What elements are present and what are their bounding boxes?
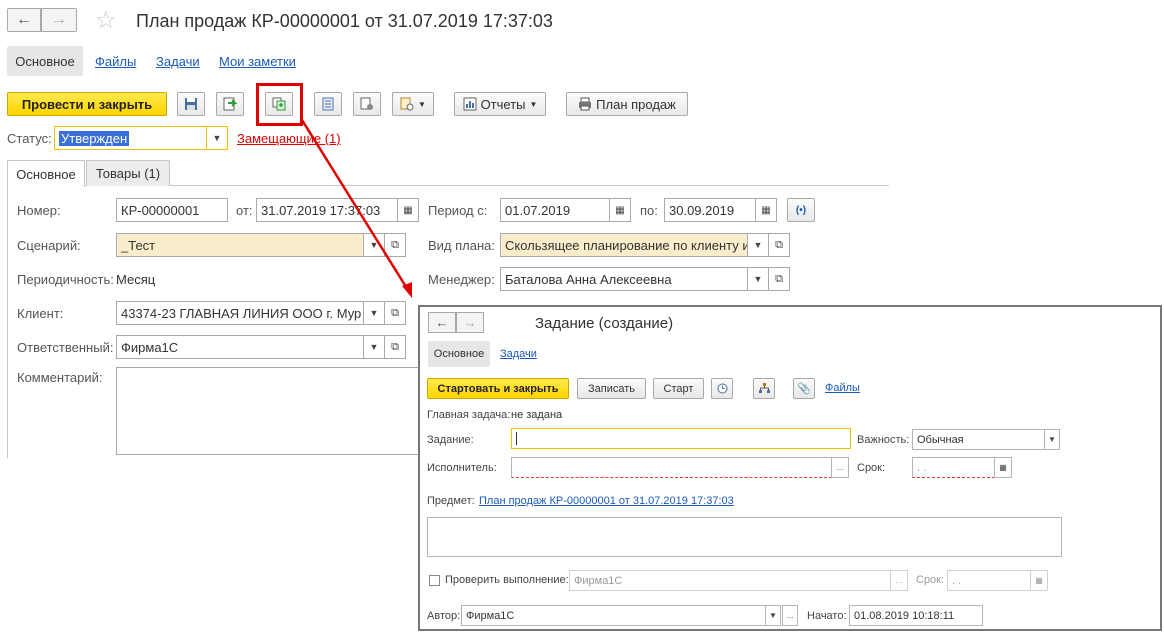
task-input[interactable] (511, 428, 851, 449)
task-dialog: ← → Задание (создание) Основное Задачи С… (418, 305, 1162, 631)
deadline-input[interactable]: . . (912, 457, 995, 478)
main-task-value: не задана (511, 409, 563, 421)
deferred-start-button[interactable] (711, 378, 733, 399)
author-dropdown-button[interactable]: ▼ (765, 605, 781, 626)
dialog-tab-tasks[interactable]: Задачи (500, 348, 537, 360)
check-execution-label: Проверить выполнение: (445, 574, 569, 586)
check-executor-field[interactable]: Фирма1С (569, 570, 891, 591)
dialog-tab-main[interactable]: Основное (428, 341, 490, 367)
deadline-label: Срок: (857, 462, 886, 474)
attach-file-button[interactable]: 📎 (793, 378, 815, 399)
executor-input[interactable] (511, 457, 832, 478)
dialog-save-button[interactable]: Записать (577, 378, 646, 399)
check-execution-checkbox[interactable] (429, 575, 440, 586)
dialog-back-button[interactable]: ← (428, 312, 456, 333)
check-deadline-field[interactable]: . . (947, 570, 1031, 591)
check-deadline-label: Срок: (916, 574, 945, 586)
author-label: Автор: (427, 610, 461, 622)
process-structure-button[interactable] (753, 378, 775, 399)
check-executor-choose-button[interactable]: ... (890, 570, 908, 591)
subject-link[interactable]: План продаж КР-00000001 от 31.07.2019 17… (479, 495, 734, 507)
start-and-close-button[interactable]: Стартовать и закрыть (427, 378, 569, 399)
task-label: Задание: (427, 434, 474, 446)
check-deadline-calendar-button[interactable]: ▦ (1030, 570, 1048, 591)
author-choose-button[interactable]: ... (782, 605, 798, 626)
author-field[interactable]: Фирма1С (461, 605, 766, 626)
main-task-label: Главная задача: (427, 409, 511, 421)
importance-field[interactable]: Обычная (912, 429, 1045, 450)
dialog-forward-button[interactable]: → (456, 312, 484, 333)
clock-icon (717, 383, 727, 394)
importance-label: Важность: (857, 434, 910, 446)
subject-label: Предмет: (427, 495, 475, 507)
importance-dropdown-button[interactable]: ▼ (1044, 429, 1060, 450)
text-caret (516, 432, 517, 445)
started-label: Начато: (807, 610, 847, 622)
executor-label: Исполнитель: (427, 462, 497, 474)
deadline-calendar-button[interactable]: ▦ (994, 457, 1012, 478)
dialog-title: Задание (создание) (535, 315, 674, 332)
dialog-files-link[interactable]: Файлы (825, 382, 860, 394)
dialog-start-button[interactable]: Старт (653, 378, 704, 399)
started-field[interactable]: 01.08.2019 10:18:11 (849, 605, 983, 626)
hierarchy-icon (758, 383, 770, 393)
executor-choose-button[interactable]: ... (831, 457, 849, 478)
paperclip-icon: 📎 (797, 383, 811, 395)
task-description-field[interactable] (427, 517, 1062, 557)
